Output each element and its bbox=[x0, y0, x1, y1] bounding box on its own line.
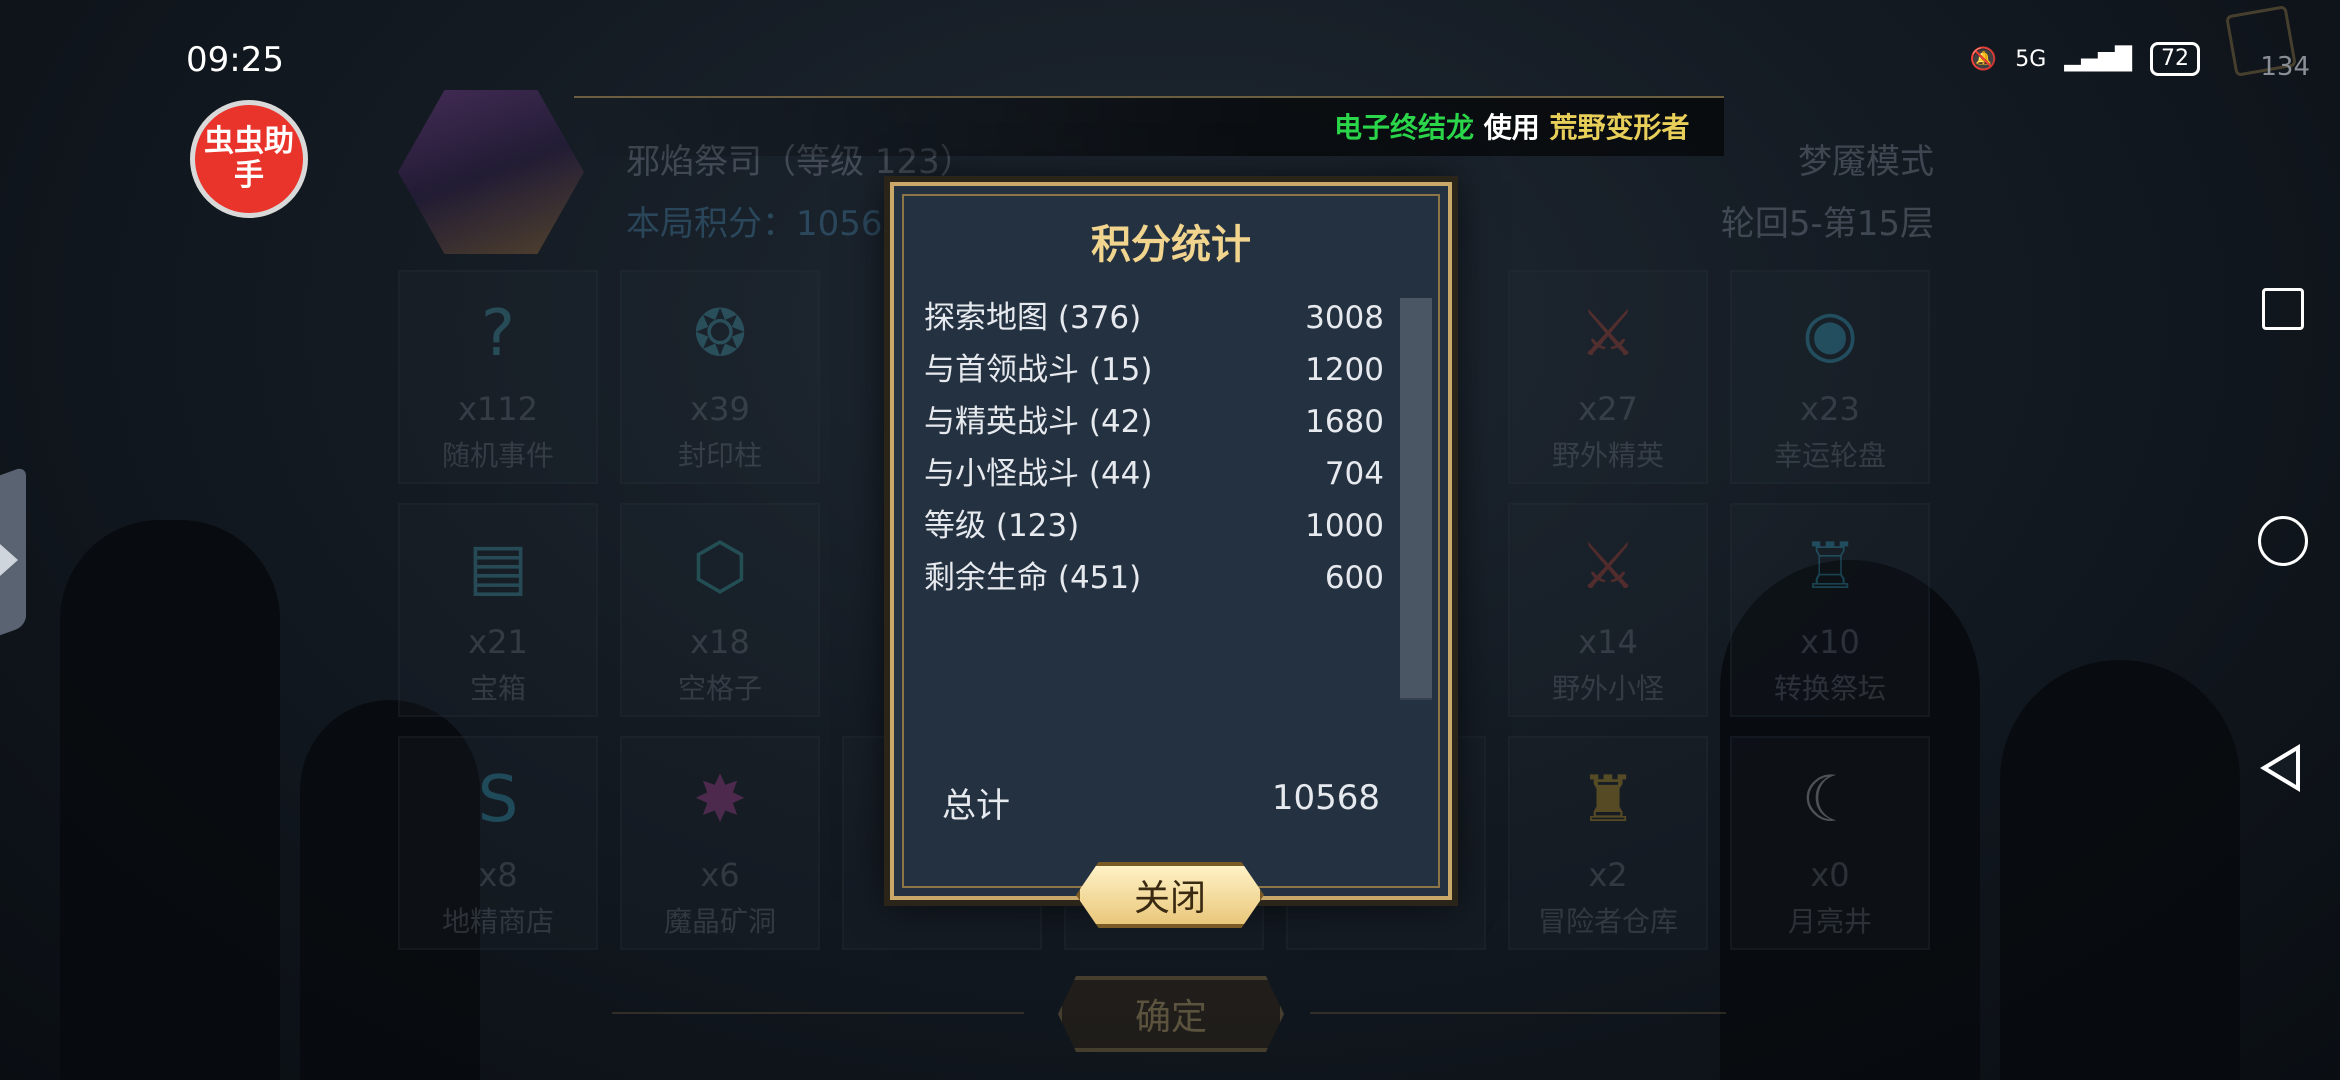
chest-icon: ▤ bbox=[467, 530, 529, 604]
score-row: 时间增加惩罚 (106) -424 bbox=[924, 656, 1384, 708]
score-row-label: 时间增加惩罚 (106) bbox=[924, 664, 1204, 700]
warehouse-icon: ♜ bbox=[1579, 763, 1637, 837]
score-row-label: 等级 (123) bbox=[924, 508, 1080, 544]
total-value: 10568 bbox=[1271, 778, 1380, 818]
ticker-verb: 使用 bbox=[1483, 111, 1540, 144]
tile-count: x10 bbox=[1800, 623, 1860, 661]
event-tile: ✸ x6 魔晶矿洞 bbox=[620, 736, 820, 950]
tile-label: 魔晶矿洞 bbox=[663, 905, 776, 938]
tile-count: x27 bbox=[1578, 390, 1638, 428]
score-row: 剩余生命 (451) 600 bbox=[924, 552, 1384, 598]
tile-label: 宝箱 bbox=[469, 672, 526, 705]
tile-label: 封印柱 bbox=[677, 439, 762, 472]
tile-label: 月亮井 bbox=[1787, 905, 1872, 938]
scrollbar-thumb[interactable] bbox=[1400, 298, 1432, 698]
score-row-label: 与小怪战斗 (44) bbox=[924, 456, 1153, 492]
event-tile: ☾ x0 月亮井 bbox=[1730, 736, 1930, 950]
tile-count: x14 bbox=[1578, 623, 1638, 661]
close-button[interactable]: 关闭 bbox=[1076, 862, 1264, 928]
altar-icon: ♖ bbox=[1801, 530, 1859, 604]
score-row: 探索地图 (376) 3008 bbox=[924, 292, 1384, 344]
event-tile: ⬡ x18 空格子 bbox=[620, 503, 820, 717]
tile-count: x2 bbox=[1588, 856, 1628, 894]
shop-icon: S bbox=[477, 763, 519, 837]
moon-well-icon: ☾ bbox=[1801, 763, 1859, 837]
score-row-value: 1200 bbox=[1305, 352, 1384, 388]
score-row-label: 探索地图 (376) bbox=[924, 300, 1142, 336]
game-screen: 09:25 🔕 5G ▂▄▆█ 72 134 虫虫助手 邪焰祭司（等级 123）… bbox=[0, 0, 2340, 1080]
score-row-value: 2000 bbox=[1305, 716, 1384, 752]
crossed-swords-icon: ⚔ bbox=[1579, 530, 1637, 604]
tile-label: 转换祭坛 bbox=[1773, 672, 1886, 705]
score-row: 通关奖励 2000 bbox=[924, 708, 1384, 760]
tile-count: x6 bbox=[700, 856, 740, 894]
score-row: 与小怪战斗 (44) 704 bbox=[924, 448, 1384, 500]
dialog-title: 积分统计 bbox=[1091, 222, 1251, 268]
score-row-label: 剩余金币 (14210) bbox=[924, 612, 1181, 648]
seal-pillar-icon: ❂ bbox=[693, 297, 747, 371]
score-row-value: 704 bbox=[1324, 456, 1384, 492]
crystal-mine-icon: ✸ bbox=[693, 763, 747, 837]
ticker-message: 电子终结龙 使用 荒野变形者 bbox=[1334, 106, 1722, 146]
event-tile: ⚔ x27 野外精英 bbox=[1508, 270, 1708, 484]
tile-count: x21 bbox=[468, 623, 528, 661]
tile-label: 地精商店 bbox=[441, 905, 554, 938]
score-row-value: 3008 bbox=[1305, 300, 1384, 336]
score-stats-dialog: 积分统计 探索地图 (376) 3008 与首领战斗 (15) 1200 与精英战斗 (… bbox=[890, 182, 1452, 900]
tile-label: 冒险者仓库 bbox=[1537, 905, 1678, 938]
crossed-axes-icon: ⚔ bbox=[1579, 297, 1637, 371]
hero-portrait bbox=[398, 90, 584, 254]
score-row: 等级 (123) 1000 bbox=[924, 500, 1384, 552]
score-row-value: 1000 bbox=[1305, 508, 1384, 544]
event-tile: ? x112 随机事件 bbox=[398, 270, 598, 484]
tile-label: 野外小怪 bbox=[1551, 672, 1664, 705]
divider bbox=[612, 1012, 1024, 1014]
score-row: 与首领战斗 (15) 1200 bbox=[924, 344, 1384, 396]
tile-count: x112 bbox=[457, 390, 538, 428]
tile-count: x0 bbox=[1810, 856, 1850, 894]
event-tile: Sx8 地精商店 bbox=[398, 736, 598, 950]
divider bbox=[1310, 1012, 1726, 1014]
tile-label: 幸运轮盘 bbox=[1773, 439, 1886, 472]
tile-count: x23 bbox=[1800, 390, 1860, 428]
ticker-actor: 电子终结龙 bbox=[1334, 111, 1475, 144]
tile-count: x8 bbox=[478, 856, 518, 894]
score-list[interactable]: 探索地图 (376) 3008 与首领战斗 (15) 1200 与精英战斗 (42) 16… bbox=[924, 292, 1384, 760]
tile-label: 野外精英 bbox=[1551, 439, 1664, 472]
wheel-icon: ◉ bbox=[1802, 297, 1858, 371]
confirm-button[interactable]: 确定 bbox=[1058, 976, 1284, 1052]
scrollbar[interactable] bbox=[1400, 298, 1432, 700]
tile-count: x39 bbox=[690, 390, 750, 428]
score-row-label: 与首领战斗 (15) bbox=[924, 352, 1153, 388]
total-label: 总计 bbox=[942, 786, 1010, 826]
event-tile: ❂ x39 封印柱 bbox=[620, 270, 820, 484]
event-tile: ⚔ x14 野外小怪 bbox=[1508, 503, 1708, 717]
score-row: 与精英战斗 (42) 1680 bbox=[924, 396, 1384, 448]
question-mark-icon: ? bbox=[481, 297, 515, 371]
cycle-floor: 轮回5-第15层 bbox=[1720, 204, 1934, 244]
score-row-value: 800 bbox=[1324, 612, 1384, 648]
score-row: 剩余金币 (14210) 800 bbox=[924, 604, 1384, 656]
tile-label: 空格子 bbox=[677, 672, 762, 705]
score-row-value: -424 bbox=[1313, 664, 1384, 700]
tile-count: x18 bbox=[690, 623, 750, 661]
score-row-label: 与精英战斗 (42) bbox=[924, 404, 1153, 440]
hexagon-icon: ⬡ bbox=[692, 530, 748, 604]
score-row-value: 600 bbox=[1324, 560, 1384, 596]
event-tile: ♖ x10 转换祭坛 bbox=[1730, 503, 1930, 717]
event-tile: ▤ x21 宝箱 bbox=[398, 503, 598, 717]
score-row-label: 通关奖励 bbox=[924, 716, 1048, 752]
game-mode: 梦魇模式 bbox=[1798, 142, 1934, 182]
tile-label: 随机事件 bbox=[441, 439, 554, 472]
total-row: 总计 10568 bbox=[942, 778, 1380, 827]
event-tile: ♜ x2 冒险者仓库 bbox=[1508, 736, 1708, 950]
run-score: 本局积分：10568 bbox=[626, 204, 905, 244]
ticker-target: 荒野变形者 bbox=[1549, 111, 1690, 144]
event-tile: ◉ x23 幸运轮盘 bbox=[1730, 270, 1930, 484]
score-row-label: 剩余生命 (451) bbox=[924, 560, 1142, 596]
score-row-value: 1680 bbox=[1305, 404, 1384, 440]
